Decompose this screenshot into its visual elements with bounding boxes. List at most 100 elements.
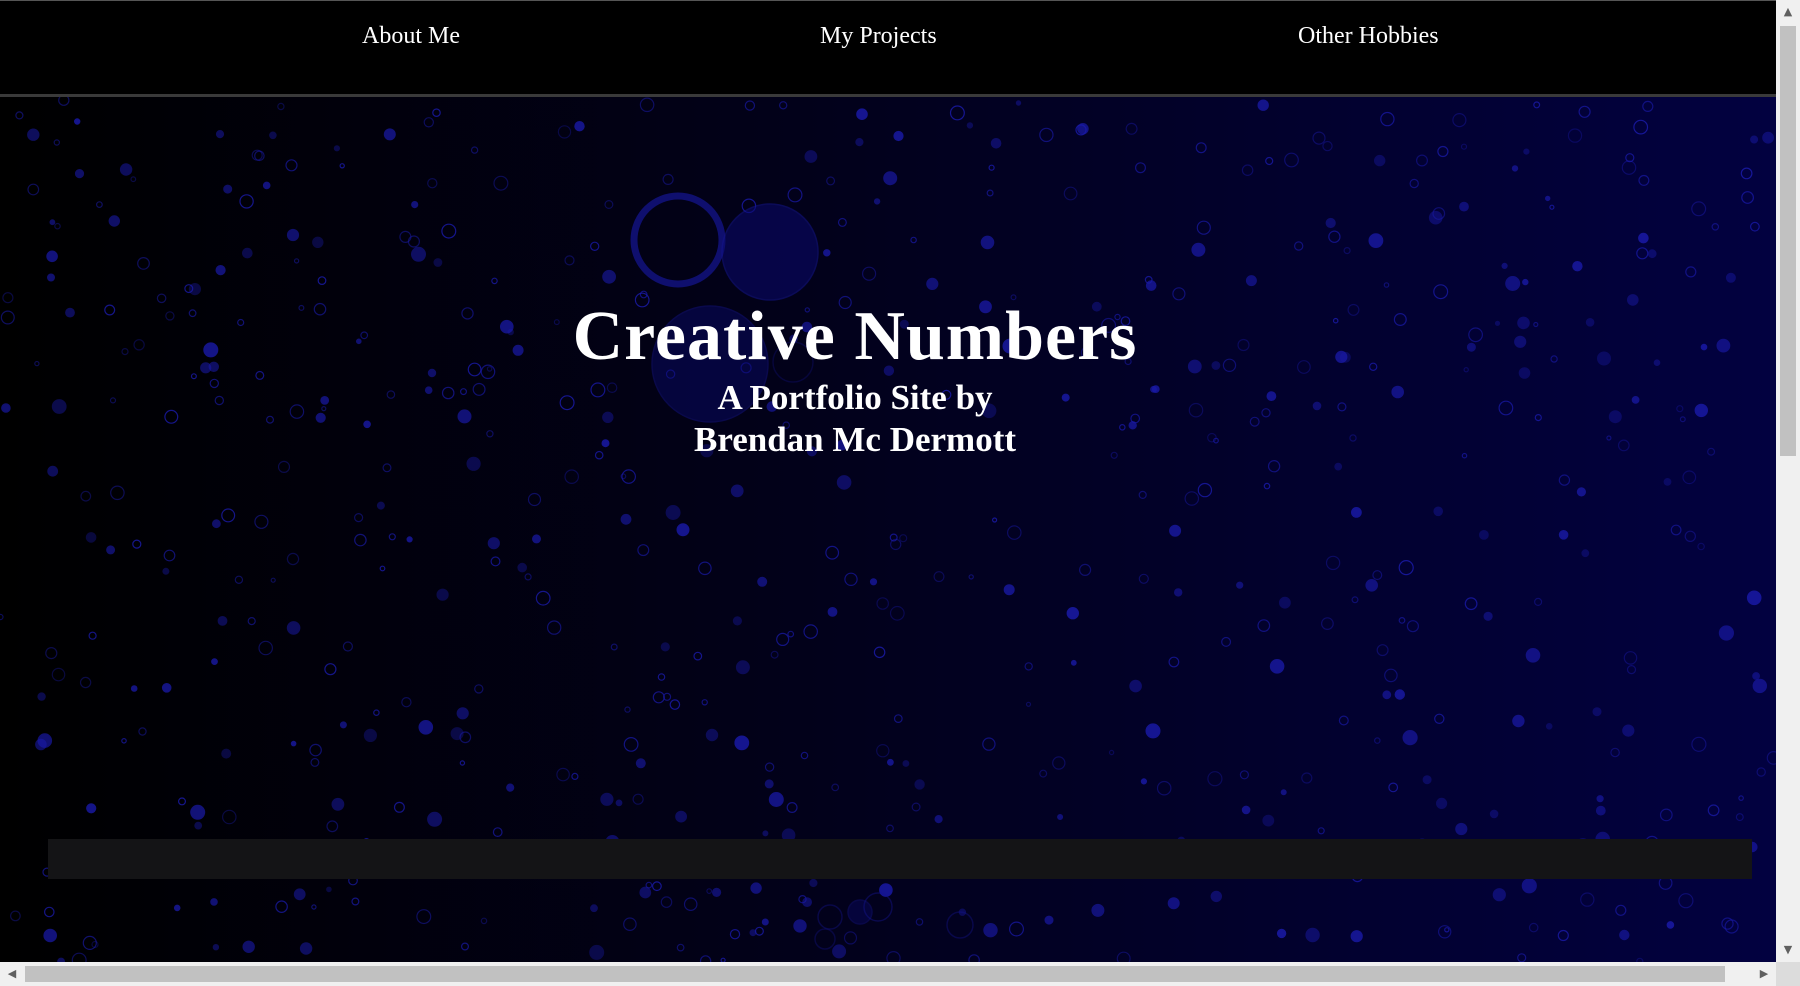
bubble <box>1195 142 1207 154</box>
bubble <box>986 189 994 197</box>
bubble <box>899 534 908 543</box>
bubble <box>615 799 623 807</box>
bubble <box>110 485 125 501</box>
bubble <box>27 128 40 141</box>
nav-link-about-me[interactable]: About Me <box>362 23 460 50</box>
bubble <box>163 549 176 562</box>
bubble <box>1350 507 1362 518</box>
scroll-up-icon[interactable]: ▲ <box>1776 0 1800 24</box>
bubble <box>711 887 722 898</box>
bubble <box>1576 487 1587 497</box>
nav-link-other-hobbies[interactable]: Other Hobbies <box>1298 23 1439 50</box>
bubble <box>71 952 87 962</box>
bubble <box>221 508 236 523</box>
bubble <box>190 804 206 820</box>
bubble <box>1138 573 1149 584</box>
bubble <box>212 944 220 951</box>
bubble <box>1108 749 1115 756</box>
bubble <box>1169 524 1182 537</box>
bubble <box>968 954 980 962</box>
bubble <box>590 241 600 251</box>
bubble <box>1452 113 1467 128</box>
bubble <box>121 737 127 744</box>
bubble <box>333 145 340 152</box>
scroll-left-icon[interactable]: ◀ <box>0 962 24 986</box>
bubble <box>1241 805 1251 815</box>
bubble <box>1267 460 1281 473</box>
bubble <box>79 676 92 689</box>
bubble <box>211 658 218 665</box>
bubble <box>706 888 713 894</box>
bubble <box>1091 903 1105 917</box>
bubble <box>1351 596 1359 604</box>
bubble <box>1741 191 1754 204</box>
bubble <box>108 215 121 227</box>
bubble <box>861 266 877 281</box>
bubble <box>729 929 741 940</box>
bubble <box>416 909 432 925</box>
bubble <box>786 801 798 813</box>
bubble-large <box>814 928 836 950</box>
bubble <box>639 886 652 899</box>
bubble <box>787 187 803 203</box>
bubble <box>524 573 532 581</box>
bubble <box>886 951 901 962</box>
vertical-scrollbar[interactable]: ▲ ▼ <box>1776 0 1800 962</box>
hero-title-block: Creative Numbers A Portfolio Site by Bre… <box>0 297 1710 461</box>
bubble <box>1415 154 1428 167</box>
bubble <box>1257 99 1269 111</box>
bubble <box>43 906 55 918</box>
bubble <box>492 827 503 837</box>
bubble <box>869 578 878 586</box>
bubble <box>423 117 434 128</box>
bubble <box>1464 597 1478 611</box>
bubble <box>46 273 55 282</box>
bubble <box>210 898 218 906</box>
bubble <box>53 139 61 146</box>
bubble <box>1428 210 1443 225</box>
bubble <box>1138 490 1147 499</box>
scroll-right-icon[interactable]: ▶ <box>1752 962 1776 986</box>
bubble <box>590 904 598 913</box>
bubble <box>506 783 515 792</box>
bubble <box>354 533 367 547</box>
bubble <box>1505 276 1521 292</box>
bubble <box>1168 656 1180 668</box>
bubble <box>610 643 618 651</box>
bubble <box>161 682 172 693</box>
bubble <box>285 159 298 172</box>
bubble <box>1557 929 1569 942</box>
bubble <box>0 613 4 621</box>
bubble <box>1592 707 1602 717</box>
bubble <box>991 517 998 523</box>
nav-link-my-projects[interactable]: My Projects <box>820 23 937 50</box>
bubble <box>411 200 419 209</box>
bubble <box>1015 100 1022 106</box>
bubble <box>966 122 974 129</box>
bubble <box>1293 241 1304 251</box>
bubble <box>1167 897 1180 910</box>
bubble <box>1525 647 1541 663</box>
bubble <box>1626 664 1637 675</box>
bubble <box>490 556 501 567</box>
bubble <box>779 101 788 110</box>
bubble <box>354 513 364 523</box>
bubble <box>223 184 233 194</box>
bubble <box>1394 689 1406 700</box>
bubble <box>949 105 965 121</box>
bubble <box>46 250 58 263</box>
bubble <box>1478 530 1489 540</box>
horizontal-scrollbar[interactable]: ◀ ▶ <box>0 962 1776 986</box>
vertical-scrollbar-thumb[interactable] <box>1780 26 1796 456</box>
bubble <box>221 748 232 759</box>
bubble <box>351 897 360 906</box>
scrollbar-corner <box>1776 962 1800 986</box>
scroll-down-icon[interactable]: ▼ <box>1776 938 1800 962</box>
horizontal-scrollbar-thumb[interactable] <box>25 966 1725 982</box>
bubble <box>990 137 1002 149</box>
bubble <box>211 519 221 529</box>
bubble <box>258 640 273 656</box>
bubble <box>234 575 244 584</box>
bubble <box>1437 925 1452 939</box>
bubble <box>382 463 392 473</box>
